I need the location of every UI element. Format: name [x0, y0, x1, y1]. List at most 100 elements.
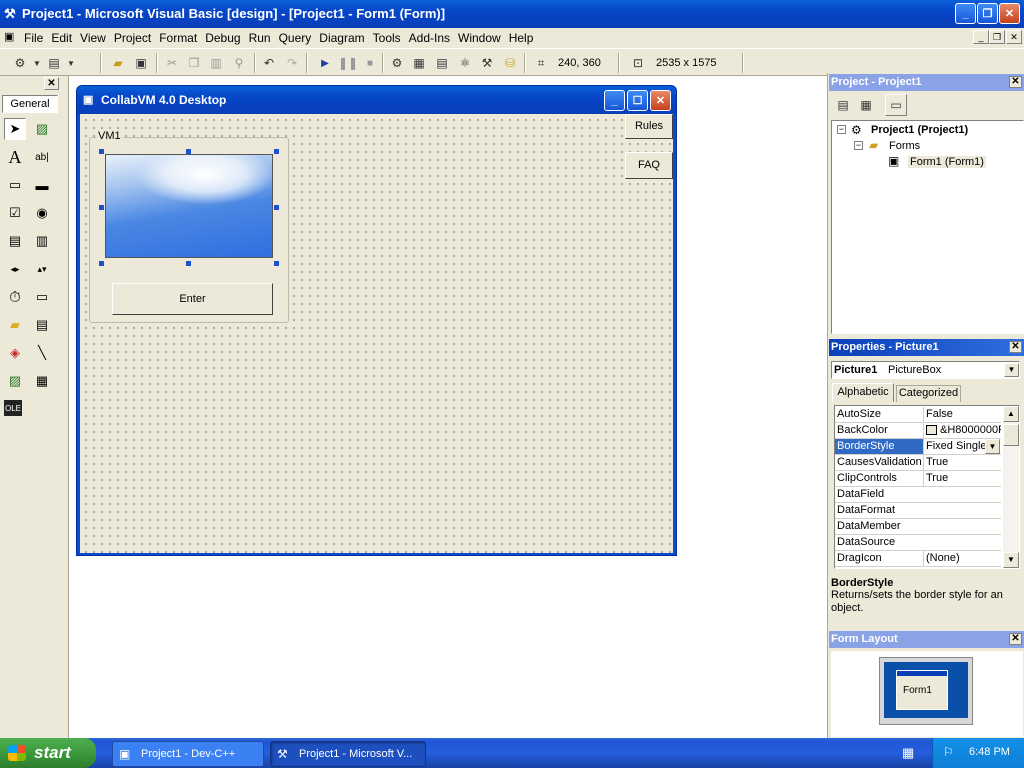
resize-handle[interactable] [186, 149, 191, 154]
open-icon[interactable]: ▰ [108, 53, 128, 73]
add-project-icon[interactable]: ⚙ [10, 53, 30, 73]
task-devcpp[interactable]: ▣ Project1 - Dev-C++ [112, 741, 264, 767]
toggle-folders-icon[interactable]: ▭ [885, 94, 907, 116]
resize-handle[interactable] [186, 261, 191, 266]
form-maximize-button[interactable]: ☐ [627, 90, 648, 111]
resize-handle[interactable] [99, 205, 104, 210]
picture1-picturebox[interactable] [105, 154, 273, 258]
menu-edit[interactable]: Edit [47, 29, 76, 47]
textbox-tool-icon[interactable]: ab| [31, 146, 53, 168]
combobox-tool-icon[interactable]: ▤ [4, 230, 26, 252]
label-tool-icon[interactable]: A [4, 146, 26, 168]
resize-handle[interactable] [274, 149, 279, 154]
find-icon[interactable]: ⚲ [229, 53, 249, 73]
commandbutton-tool-icon[interactable]: ▬ [31, 174, 53, 196]
tree-collapse-icon[interactable]: − [837, 125, 846, 134]
object-browser-icon[interactable]: ⚛ [455, 53, 475, 73]
toolbox-icon[interactable]: ⚒ [477, 53, 497, 73]
property-row-selected[interactable]: BorderStyle Fixed Single ▼ [835, 439, 1001, 455]
property-row[interactable]: BackColor &H8000000F [835, 423, 1001, 439]
project-root-item[interactable]: Project1 (Project1) [871, 124, 968, 136]
shape-tool-icon[interactable]: ◈ [4, 342, 26, 364]
save-icon[interactable]: ▣ [131, 53, 151, 73]
restore-button[interactable]: ❐ [977, 3, 998, 24]
form-layout-close-button[interactable]: ✕ [1009, 633, 1022, 645]
close-button[interactable]: ✕ [999, 3, 1020, 24]
property-row[interactable]: DataField [835, 487, 1001, 503]
menu-help[interactable]: Help [505, 29, 538, 47]
form-layout-icon[interactable]: ▤ [432, 53, 452, 73]
forms-folder-item[interactable]: Forms [889, 140, 920, 152]
property-row[interactable]: ClipControls True [835, 471, 1001, 487]
frame-tool-icon[interactable]: ▭ [4, 174, 26, 196]
scroll-down-icon[interactable]: ▼ [1003, 552, 1019, 568]
resize-handle[interactable] [274, 205, 279, 210]
property-row[interactable]: CausesValidation True [835, 455, 1001, 471]
rules-button[interactable]: Rules [625, 114, 673, 139]
property-row[interactable]: AutoSize False [835, 407, 1001, 423]
line-tool-icon[interactable]: ╲ [31, 342, 53, 364]
menu-diagram[interactable]: Diagram [315, 29, 368, 47]
menu-addins[interactable]: Add-Ins [405, 29, 454, 47]
clock[interactable]: 6:48 PM [969, 746, 1010, 758]
scroll-thumb[interactable] [1003, 424, 1019, 446]
resize-handle[interactable] [99, 149, 104, 154]
property-row[interactable]: DataMember [835, 519, 1001, 535]
toolbox-close-button[interactable]: ✕ [44, 77, 59, 90]
listbox-tool-icon[interactable]: ▥ [31, 230, 53, 252]
project-explorer-icon[interactable]: ⚙ [387, 53, 407, 73]
paste-icon[interactable]: ▥ [206, 53, 226, 73]
menu-format[interactable]: Format [155, 29, 201, 47]
scroll-up-icon[interactable]: ▲ [1003, 406, 1019, 422]
vscrollbar-tool-icon[interactable]: ▴▾ [31, 258, 53, 280]
menu-window[interactable]: Window [454, 29, 505, 47]
copy-icon[interactable]: ❐ [184, 53, 204, 73]
project-pane-close-button[interactable]: ✕ [1009, 76, 1022, 88]
optionbutton-tool-icon[interactable]: ◉ [31, 202, 53, 224]
view-code-icon[interactable]: ▤ [833, 95, 853, 115]
menu-tools[interactable]: Tools [369, 29, 405, 47]
break-icon[interactable]: ❚❚ [338, 53, 358, 73]
data-view-icon[interactable]: ⛁ [500, 53, 520, 73]
property-scrollbar[interactable]: ▲ ▼ [1003, 406, 1019, 568]
resize-handle[interactable] [274, 261, 279, 266]
checkbox-tool-icon[interactable]: ☑ [4, 202, 26, 224]
hscrollbar-tool-icon[interactable]: ◂▸ [4, 258, 26, 280]
start-button[interactable]: start [0, 738, 96, 768]
cut-icon[interactable]: ✂ [162, 53, 182, 73]
enter-button[interactable]: Enter [112, 283, 273, 315]
mdi-minimize-button[interactable]: _ [973, 30, 989, 44]
pointer-tool-icon[interactable]: ➤ [4, 118, 26, 140]
resize-handle[interactable] [99, 261, 104, 266]
menu-debug[interactable]: Debug [201, 29, 244, 47]
form1-preview[interactable]: Form1 [896, 670, 948, 710]
minimize-button[interactable]: _ [955, 3, 976, 24]
tab-categorized[interactable]: Categorized [896, 385, 961, 402]
dropdown-arrow-icon[interactable]: ▼ [66, 53, 76, 73]
faq-button[interactable]: FAQ [625, 152, 673, 179]
form-title-bar[interactable]: ▣ CollabVM 4.0 Desktop _ ☐ ✕ [77, 86, 676, 114]
data-tool-icon[interactable]: ▦ [31, 370, 53, 392]
add-form-icon[interactable]: ▤ [44, 53, 64, 73]
image-tool-icon[interactable]: ▨ [4, 370, 26, 392]
properties-window-icon[interactable]: ▦ [409, 53, 429, 73]
menu-project[interactable]: Project [110, 29, 155, 47]
form-window[interactable]: ▣ CollabVM 4.0 Desktop _ ☐ ✕ VM1 Enter R… [76, 85, 677, 556]
property-row[interactable]: DragIcon (None) [835, 551, 1001, 567]
tab-alphabetic[interactable]: Alphabetic [832, 383, 894, 402]
redo-icon[interactable]: ↷ [282, 53, 302, 73]
menu-view[interactable]: View [76, 29, 110, 47]
timer-tool-icon[interactable]: ⏱ [4, 286, 26, 308]
property-row[interactable]: DataFormat [835, 503, 1001, 519]
object-dropdown-icon[interactable]: ▼ [1004, 363, 1019, 377]
value-dropdown-icon[interactable]: ▼ [985, 439, 1000, 454]
menu-query[interactable]: Query [275, 29, 316, 47]
undo-icon[interactable]: ↶ [259, 53, 279, 73]
form1-item[interactable]: Form1 (Form1) [908, 156, 986, 168]
property-row[interactable]: DataSource [835, 535, 1001, 551]
menu-run[interactable]: Run [245, 29, 275, 47]
drivelistbox-tool-icon[interactable]: ▭ [31, 286, 53, 308]
view-object-icon[interactable]: ▦ [856, 95, 876, 115]
form-client-area[interactable]: VM1 Enter Rules FAQ [80, 114, 673, 553]
mdi-restore-button[interactable]: ❐ [989, 30, 1005, 44]
